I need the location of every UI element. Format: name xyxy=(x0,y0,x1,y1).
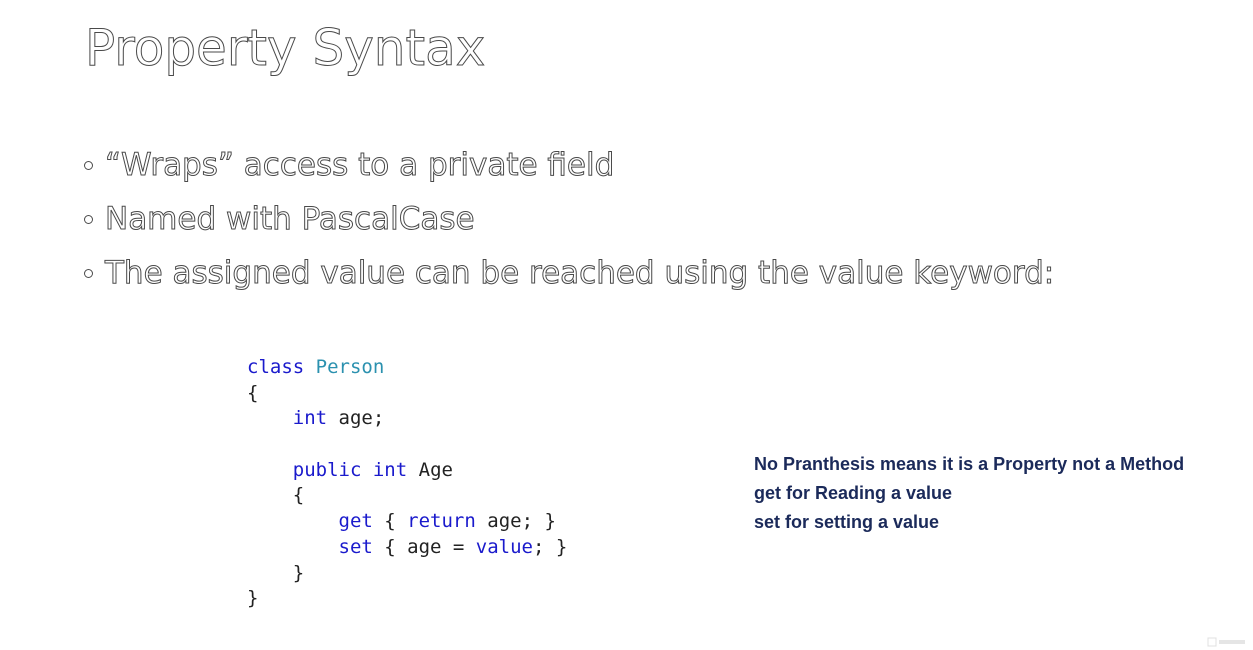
bullet-item: The assigned value can be reached using … xyxy=(82,246,1055,300)
bullet-item: Named with PascalCase xyxy=(82,192,1054,246)
bullet-dot-icon xyxy=(84,214,93,224)
annotation-notes: No Pranthesis means it is a Property not… xyxy=(754,450,1184,537)
code-line: { xyxy=(247,483,567,509)
code-token: { xyxy=(247,381,259,404)
code-line: set { age = value; } xyxy=(247,535,568,561)
code-type-name: Person xyxy=(315,356,385,378)
bullet-text: “Wraps” access to a private field xyxy=(104,147,615,184)
code-keyword: public xyxy=(292,458,362,481)
code-token: { age = xyxy=(372,535,476,558)
bullet-list: “Wraps” access to a private field Named … xyxy=(82,138,1055,300)
code-line: { xyxy=(247,381,567,407)
code-line: public int Age xyxy=(247,458,567,484)
code-keyword: class xyxy=(247,356,305,378)
code-token: age; } xyxy=(475,510,556,533)
code-line: class Person xyxy=(247,355,567,381)
code-keyword: int xyxy=(292,407,328,430)
code-line: int age; xyxy=(247,406,567,432)
code-token: { xyxy=(247,484,305,507)
slide-title: Property Syntax xyxy=(84,19,486,78)
code-token: } xyxy=(247,561,305,584)
code-line: } xyxy=(247,586,567,612)
code-token: age; xyxy=(327,407,385,430)
code-keyword: return xyxy=(407,510,476,533)
code-token: { xyxy=(372,510,408,533)
note-line: set for setting a value xyxy=(754,512,940,532)
code-keyword: get xyxy=(338,510,373,533)
code-token: ; } xyxy=(533,535,568,558)
code-keyword: value xyxy=(475,535,533,558)
code-line: } xyxy=(247,561,567,587)
code-token: } xyxy=(247,587,259,610)
bullet-dot-icon xyxy=(84,160,93,170)
code-snippet: class Person{ int age; public int Age { … xyxy=(247,355,567,612)
bullet-dot-icon xyxy=(84,268,93,278)
bullet-text: Named with PascalCase xyxy=(105,201,476,238)
bullet-text: The assigned value can be reached using … xyxy=(104,255,1055,292)
watermark-icon xyxy=(1207,637,1245,647)
bullet-item: “Wraps” access to a private field xyxy=(82,138,1054,192)
code-line: get { return age; } xyxy=(247,509,567,535)
note-line: get for Reading a value xyxy=(754,483,953,503)
code-token: Age xyxy=(407,458,453,481)
note-line: No Pranthesis means it is a Property not… xyxy=(754,454,1185,474)
code-keyword: int xyxy=(372,458,408,481)
code-keyword: set xyxy=(338,535,373,558)
